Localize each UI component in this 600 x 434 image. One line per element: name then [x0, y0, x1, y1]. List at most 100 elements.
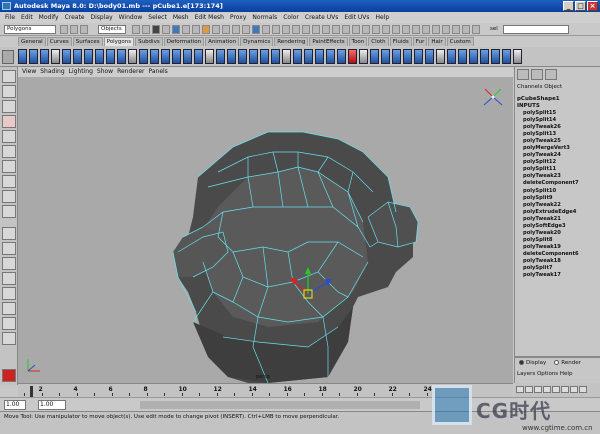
render-radio[interactable]: Render [554, 360, 581, 366]
shelf-tool-icon[interactable] [271, 49, 280, 64]
input-node-item[interactable]: polySplit9 [523, 195, 579, 202]
shelf-tool-icon[interactable] [238, 49, 247, 64]
shelf-tool-icon[interactable] [337, 49, 346, 64]
shelf-tool-icon[interactable] [359, 49, 368, 64]
status-tool-icon[interactable] [202, 25, 210, 34]
play-forward-icon[interactable] [552, 386, 560, 393]
minimize-button[interactable]: _ [563, 1, 574, 11]
shelf-tool-icon[interactable] [62, 49, 71, 64]
shelf-tool-icon[interactable] [249, 49, 258, 64]
shelf-tool-icon[interactable] [381, 49, 390, 64]
menu-display[interactable]: Display [88, 12, 116, 23]
status-tool-icon[interactable] [392, 25, 400, 34]
time-ruler[interactable]: 2 4 6 8 10 12 14 16 18 20 22 24 [24, 386, 444, 398]
shelf-tab-fur[interactable]: Fur [412, 37, 428, 46]
select-tool-icon[interactable] [2, 70, 16, 83]
shelf-tool-icon[interactable] [205, 49, 214, 64]
input-node-item[interactable]: polyTweak22 [523, 202, 579, 209]
show-manip-icon[interactable] [2, 190, 16, 203]
shelf-tool-icon[interactable] [117, 49, 126, 64]
menu-modify[interactable]: Modify [36, 12, 62, 23]
viewport-persp[interactable]: persp [18, 77, 513, 383]
shelf-tool-icon[interactable] [73, 49, 82, 64]
layout-preset-icon[interactable] [2, 302, 16, 315]
input-node-item[interactable]: polyTweak24 [523, 152, 579, 159]
input-node-item[interactable]: polySplit7 [523, 265, 579, 272]
save-scene-icon[interactable] [80, 25, 88, 34]
maximize-button[interactable]: □ [575, 1, 586, 11]
panel-menu-shading[interactable]: Shading [40, 68, 64, 75]
channel-layer-divider[interactable] [515, 356, 600, 358]
layout-preset-icon[interactable] [2, 287, 16, 300]
shelf-tool-icon[interactable] [370, 49, 379, 64]
shelf-menu-icon[interactable] [2, 50, 14, 64]
shelf-tool-icon[interactable] [183, 49, 192, 64]
status-tool-icon[interactable] [212, 25, 220, 34]
status-tool-icon[interactable] [352, 25, 360, 34]
shelf-tool-icon[interactable] [95, 49, 104, 64]
status-tool-icon[interactable] [142, 25, 150, 34]
shelf-tool-icon[interactable] [326, 49, 335, 64]
panel-menu-view[interactable]: View [22, 68, 36, 75]
input-node-item[interactable]: polyTweak25 [523, 138, 579, 145]
input-node-item[interactable]: deleteComponent7 [523, 180, 579, 187]
shelf-tool-icon[interactable] [139, 49, 148, 64]
status-tool-icon[interactable] [182, 25, 190, 34]
shelf-tool-icon[interactable] [51, 49, 60, 64]
input-node-item[interactable]: polyExtrudeEdge4 [523, 209, 579, 216]
input-node-item[interactable]: polySplit14 [523, 117, 579, 124]
shelf-tab-toon[interactable]: Toon [348, 37, 368, 46]
menu-proxy[interactable]: Proxy [227, 12, 249, 23]
shelf-tab-animation[interactable]: Animation [205, 37, 240, 46]
step-forward-key-icon[interactable] [570, 386, 578, 393]
input-node-item[interactable]: polyTweak20 [523, 230, 579, 237]
shelf-tab-rendering[interactable]: Rendering [274, 37, 309, 46]
menu-window[interactable]: Window [116, 12, 146, 23]
menu-edit-mesh[interactable]: Edit Mesh [192, 12, 227, 23]
status-tool-icon[interactable] [412, 25, 420, 34]
shelf-tab-hair[interactable]: Hair [428, 37, 446, 46]
status-tool-icon[interactable] [282, 25, 290, 34]
status-tool-icon[interactable] [262, 25, 270, 34]
input-node-item[interactable]: polySplit11 [523, 166, 579, 173]
input-node-item[interactable]: polySoftEdge3 [523, 223, 579, 230]
input-node-item[interactable]: polySplit12 [523, 159, 579, 166]
shelf-tab-curves[interactable]: Curves [46, 37, 72, 46]
status-tool-icon[interactable] [312, 25, 320, 34]
shelf-tool-icon[interactable] [106, 49, 115, 64]
layout-preset-icon[interactable] [2, 317, 16, 330]
shelf-tool-icon[interactable] [227, 49, 236, 64]
shelf-tab-deformation[interactable]: Deformation [163, 37, 205, 46]
universal-manip-icon[interactable] [2, 160, 16, 173]
input-node-item[interactable]: polySplit15 [523, 110, 579, 117]
shelf-tool-icon[interactable] [469, 49, 478, 64]
shelf-tab-custom[interactable]: Custom [446, 37, 474, 46]
shelf-tab-dynamics[interactable]: Dynamics [240, 37, 274, 46]
menu-help[interactable]: Help [373, 12, 393, 23]
shelf-tool-icon[interactable] [29, 49, 38, 64]
new-scene-icon[interactable] [60, 25, 68, 34]
input-node-item[interactable]: polySplit10 [523, 188, 579, 195]
shelf-tool-icon[interactable] [315, 49, 324, 64]
close-button[interactable]: × [587, 1, 598, 11]
selection-mode-field[interactable]: Objects [98, 25, 126, 34]
shelf-tool-icon[interactable] [18, 49, 27, 64]
shelf-tool-icon[interactable] [348, 49, 357, 64]
status-tool-icon[interactable] [192, 25, 200, 34]
display-radio[interactable]: Display [519, 360, 546, 366]
layout-preset-icon[interactable] [2, 257, 16, 270]
status-tool-icon[interactable] [452, 25, 460, 34]
panel-menu-renderer[interactable]: Renderer [117, 68, 144, 75]
status-tool-icon[interactable] [332, 25, 340, 34]
step-forward-icon[interactable] [561, 386, 569, 393]
shelf-tool-icon[interactable] [216, 49, 225, 64]
menu-mesh[interactable]: Mesh [170, 12, 192, 23]
menu-edit[interactable]: Edit [18, 12, 36, 23]
shelf-tool-icon[interactable] [293, 49, 302, 64]
menu-create-uvs[interactable]: Create UVs [302, 12, 341, 23]
status-tool-icon[interactable] [252, 25, 260, 34]
shelf-tool-icon[interactable] [414, 49, 423, 64]
shelf-tab-surfaces[interactable]: Surfaces [72, 37, 103, 46]
mesh-canvas[interactable] [18, 77, 513, 383]
status-tool-icon[interactable] [272, 25, 280, 34]
